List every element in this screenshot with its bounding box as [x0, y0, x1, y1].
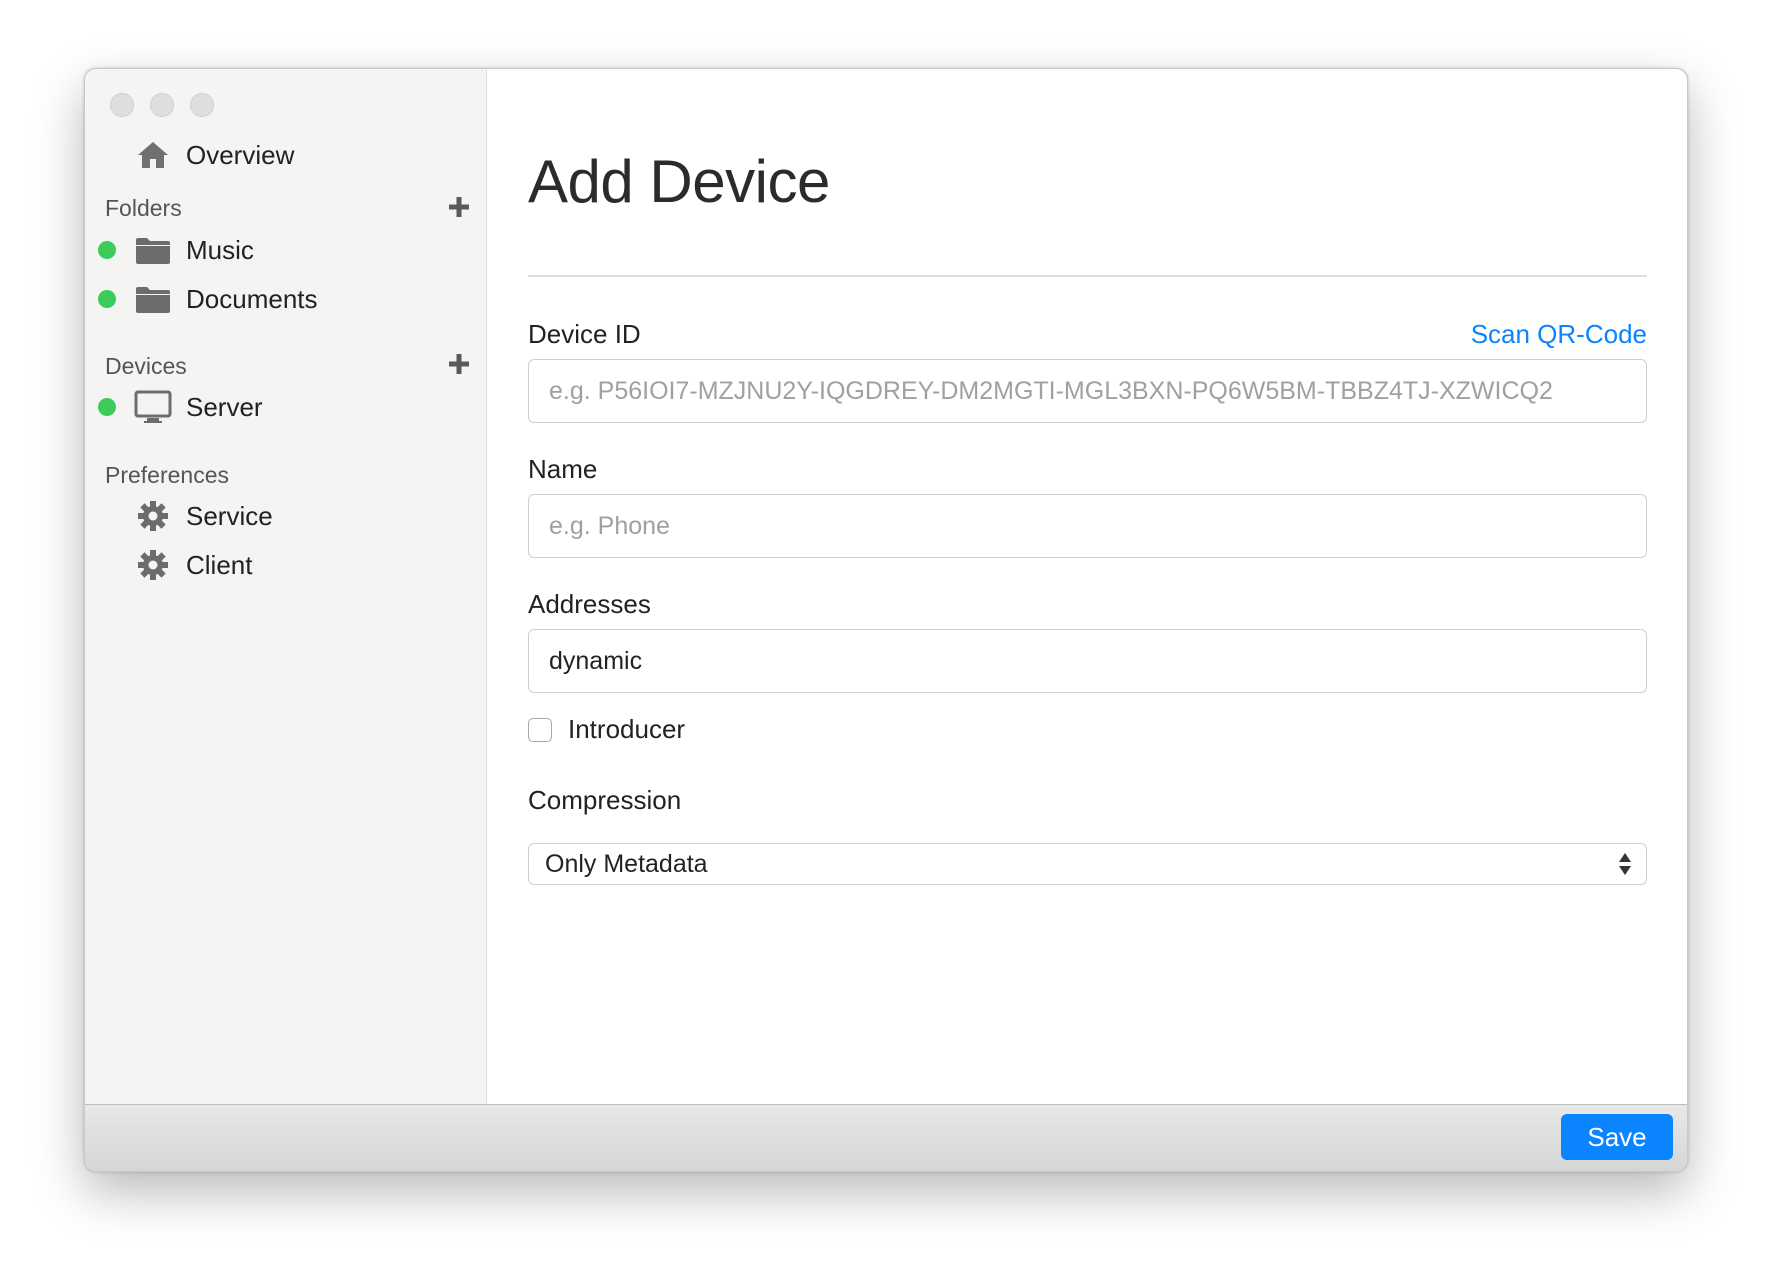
select-arrows-icon [1619, 853, 1631, 875]
section-title-devices: Devices [105, 353, 187, 379]
name-input[interactable] [528, 494, 1647, 558]
sidebar-item-label: Overview [186, 139, 295, 170]
footer-bar: Save [85, 1104, 1687, 1171]
folder-icon [134, 282, 172, 316]
monitor-icon [134, 390, 172, 424]
sidebar-item-overview[interactable]: Overview [134, 138, 294, 172]
sidebar-item-server[interactable]: Server [98, 390, 263, 424]
section-title-folders: Folders [105, 195, 182, 221]
plus-icon [449, 197, 469, 217]
sidebar-item-label: Documents [186, 283, 318, 314]
add-folder-button[interactable] [445, 193, 473, 221]
device-id-input[interactable] [528, 359, 1647, 423]
status-dot [98, 290, 116, 308]
house-icon [134, 138, 172, 172]
page-title: Add Device [528, 148, 830, 215]
minimize-window-button[interactable] [150, 93, 174, 117]
section-title-preferences: Preferences [105, 462, 230, 488]
sidebar-item-music[interactable]: Music [98, 233, 254, 267]
sidebar-item-client[interactable]: Client [134, 548, 252, 582]
introducer-row[interactable]: Introducer [528, 714, 685, 745]
title-divider [528, 275, 1647, 277]
window-controls [110, 93, 214, 117]
gear-icon [134, 548, 172, 582]
sidebar: Overview Folders Music Documents Devices [85, 69, 487, 1104]
plus-icon [449, 354, 469, 374]
compression-value: Only Metadata [545, 849, 708, 878]
device-id-label: Device ID [528, 319, 641, 349]
zoom-window-button[interactable] [190, 93, 214, 117]
addresses-label: Addresses [528, 589, 651, 619]
gear-icon [134, 499, 172, 533]
sidebar-item-label: Client [186, 549, 253, 580]
status-dot [98, 398, 116, 416]
scan-qr-code-link[interactable]: Scan QR-Code [1471, 319, 1647, 350]
introducer-checkbox[interactable] [528, 717, 552, 742]
close-window-button[interactable] [110, 93, 134, 117]
sidebar-item-label: Server [186, 391, 263, 422]
addresses-input[interactable] [528, 629, 1647, 693]
app-window: Overview Folders Music Documents Devices [84, 68, 1688, 1172]
status-dot [98, 241, 116, 259]
main-panel: Add Device Device ID Scan QR-Code Name A… [488, 69, 1687, 1104]
compression-select[interactable]: Only Metadata [528, 843, 1647, 885]
add-device-button[interactable] [445, 350, 473, 378]
sidebar-item-service[interactable]: Service [134, 499, 273, 533]
compression-label: Compression [528, 785, 682, 815]
folder-icon [134, 233, 172, 267]
name-label: Name [528, 454, 598, 484]
sidebar-item-documents[interactable]: Documents [98, 282, 318, 316]
save-button[interactable]: Save [1561, 1114, 1673, 1160]
sidebar-item-label: Music [186, 234, 254, 265]
introducer-label: Introducer [568, 714, 686, 744]
sidebar-item-label: Service [186, 500, 273, 531]
